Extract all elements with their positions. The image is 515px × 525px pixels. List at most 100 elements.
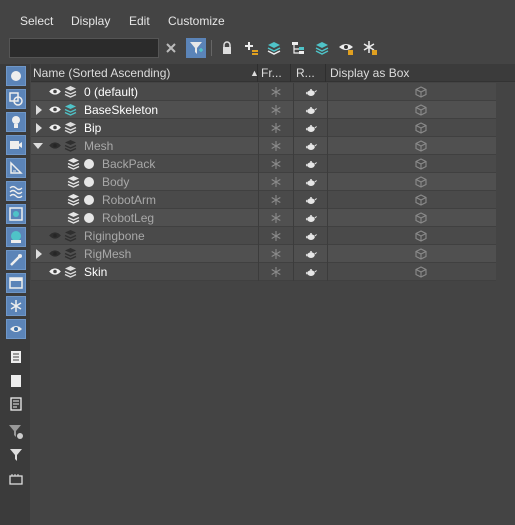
layer-icon[interactable] bbox=[64, 103, 77, 117]
layer-name[interactable]: Skin bbox=[84, 263, 107, 281]
layer-icon[interactable] bbox=[67, 193, 80, 207]
display-box-icon[interactable] bbox=[415, 248, 427, 260]
renderable-teapot-icon[interactable] bbox=[305, 230, 317, 242]
collapse-arrow-icon[interactable] bbox=[33, 143, 43, 149]
bones-filter-icon[interactable] bbox=[6, 250, 26, 270]
groups-filter-icon[interactable] bbox=[6, 204, 26, 224]
freeze-snowflake-icon[interactable] bbox=[270, 104, 282, 116]
hidden-eye-icon[interactable] bbox=[49, 249, 61, 258]
display-box-icon[interactable] bbox=[415, 230, 427, 242]
expand-arrow-icon[interactable] bbox=[36, 105, 42, 115]
layer-name[interactable]: BaseSkeleton bbox=[84, 101, 158, 119]
visible-eye-icon[interactable] bbox=[49, 123, 61, 132]
frozen-filter-icon[interactable] bbox=[6, 296, 26, 316]
layer-name[interactable]: RigMesh bbox=[84, 245, 131, 263]
visible-eye-icon[interactable] bbox=[49, 105, 61, 114]
display-box-icon[interactable] bbox=[415, 86, 427, 98]
freeze-snowflake-icon[interactable] bbox=[270, 266, 282, 278]
freeze-icon[interactable] bbox=[360, 38, 380, 58]
visible-eye-icon[interactable] bbox=[49, 267, 61, 276]
spacewarps-filter-icon[interactable] bbox=[6, 181, 26, 201]
cameras-filter-icon[interactable] bbox=[6, 135, 26, 155]
layer-row[interactable]: BaseSkeleton bbox=[31, 101, 496, 119]
display-box-icon[interactable] bbox=[415, 266, 427, 278]
filter-toggle-icon[interactable] bbox=[186, 38, 206, 58]
freeze-snowflake-icon[interactable] bbox=[270, 158, 282, 170]
invert-selection-icon[interactable] bbox=[6, 394, 26, 414]
xrefs-filter-icon[interactable] bbox=[6, 227, 26, 247]
expand-arrow-icon[interactable] bbox=[36, 249, 42, 259]
renderable-teapot-icon[interactable] bbox=[305, 122, 317, 134]
renderable-teapot-icon[interactable] bbox=[305, 104, 317, 116]
renderable-teapot-icon[interactable] bbox=[305, 212, 317, 224]
display-box-icon[interactable] bbox=[415, 140, 427, 152]
freeze-snowflake-icon[interactable] bbox=[270, 230, 282, 242]
layer-name[interactable]: RobotLeg bbox=[102, 209, 154, 227]
lock-icon[interactable] bbox=[217, 38, 237, 58]
freeze-snowflake-icon[interactable] bbox=[270, 212, 282, 224]
freeze-snowflake-icon[interactable] bbox=[270, 140, 282, 152]
freeze-snowflake-icon[interactable] bbox=[270, 86, 282, 98]
display-box-icon[interactable] bbox=[415, 194, 427, 206]
display-box-icon[interactable] bbox=[415, 176, 427, 188]
column-header-name[interactable]: Name (Sorted Ascending) ▲ bbox=[31, 64, 258, 82]
lights-filter-icon[interactable] bbox=[6, 112, 26, 132]
layer-icon[interactable] bbox=[64, 247, 77, 261]
layer-icon[interactable] bbox=[67, 157, 80, 171]
hide-icon[interactable] bbox=[336, 38, 356, 58]
layer-name[interactable]: Body bbox=[102, 173, 129, 191]
layer-name[interactable]: RobotArm bbox=[102, 191, 156, 209]
clear-search-icon[interactable] bbox=[161, 38, 181, 58]
layer-icon[interactable] bbox=[67, 175, 80, 189]
select-all-icon[interactable] bbox=[6, 347, 26, 367]
layer-row[interactable]: RobotLeg bbox=[31, 209, 496, 227]
menu-customize[interactable]: Customize bbox=[168, 14, 225, 28]
layer-icon[interactable] bbox=[64, 85, 77, 99]
layer-icon[interactable] bbox=[64, 121, 77, 135]
layer-name[interactable]: Rigingbone bbox=[84, 227, 145, 245]
layer-icon[interactable] bbox=[67, 211, 80, 225]
menu-edit[interactable]: Edit bbox=[129, 14, 150, 28]
layer-row[interactable]: Mesh bbox=[31, 137, 496, 155]
layer-row[interactable]: Rigingbone bbox=[31, 227, 496, 245]
layers-mode-icon[interactable] bbox=[6, 469, 26, 489]
column-header-display-box[interactable]: Display as Box bbox=[328, 64, 496, 82]
renderable-teapot-icon[interactable] bbox=[305, 266, 317, 278]
layer-name[interactable]: Bip bbox=[84, 119, 101, 137]
visible-eye-icon[interactable] bbox=[49, 87, 61, 96]
freeze-snowflake-icon[interactable] bbox=[270, 194, 282, 206]
layer-row[interactable]: Skin bbox=[31, 263, 496, 281]
shapes-filter-icon[interactable] bbox=[6, 89, 26, 109]
layer-name[interactable]: Mesh bbox=[84, 137, 113, 155]
display-box-icon[interactable] bbox=[415, 122, 427, 134]
filter-icon[interactable] bbox=[6, 445, 26, 465]
display-box-icon[interactable] bbox=[415, 104, 427, 116]
menu-select[interactable]: Select bbox=[20, 14, 53, 28]
renderable-teapot-icon[interactable] bbox=[305, 140, 317, 152]
freeze-snowflake-icon[interactable] bbox=[270, 176, 282, 188]
hidden-eye-icon[interactable] bbox=[49, 141, 61, 150]
geometry-filter-icon[interactable] bbox=[6, 66, 26, 86]
layer-row[interactable]: Body bbox=[31, 173, 496, 191]
freeze-snowflake-icon[interactable] bbox=[270, 248, 282, 260]
layer-row[interactable]: BackPack bbox=[31, 155, 496, 173]
hidden-filter-icon[interactable] bbox=[6, 319, 26, 339]
layer-row[interactable]: Bip bbox=[31, 119, 496, 137]
display-box-icon[interactable] bbox=[415, 158, 427, 170]
select-none-icon[interactable] bbox=[6, 371, 26, 391]
expand-arrow-icon[interactable] bbox=[36, 123, 42, 133]
create-layer-icon[interactable] bbox=[264, 38, 284, 58]
hierarchy-icon[interactable] bbox=[288, 38, 308, 58]
menu-display[interactable]: Display bbox=[71, 14, 110, 28]
display-box-icon[interactable] bbox=[415, 212, 427, 224]
search-input[interactable] bbox=[9, 38, 159, 58]
layer-icon[interactable] bbox=[64, 139, 77, 153]
add-to-layer-icon[interactable] bbox=[241, 38, 261, 58]
filter-settings-icon[interactable] bbox=[6, 422, 26, 442]
freeze-snowflake-icon[interactable] bbox=[270, 122, 282, 134]
column-header-frozen[interactable]: Fr... bbox=[259, 64, 291, 82]
renderable-teapot-icon[interactable] bbox=[305, 194, 317, 206]
containers-filter-icon[interactable] bbox=[6, 273, 26, 293]
layer-row[interactable]: 0 (default) bbox=[31, 83, 496, 101]
hidden-eye-icon[interactable] bbox=[49, 231, 61, 240]
